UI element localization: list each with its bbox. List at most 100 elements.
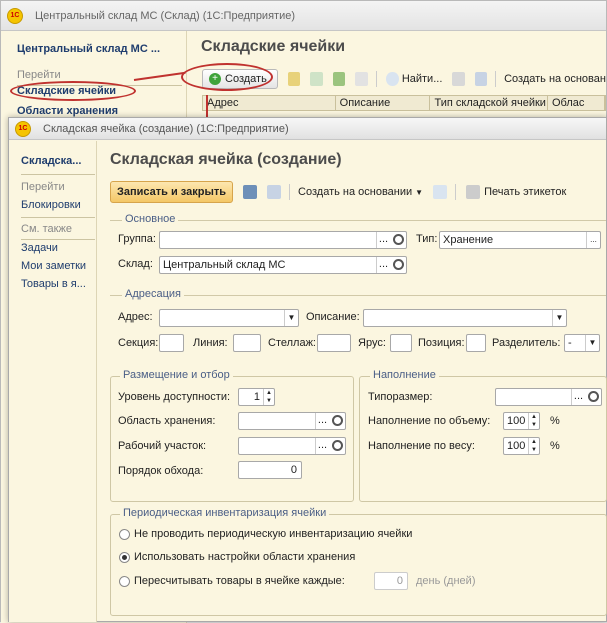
front-go-label: Перейти bbox=[21, 181, 65, 193]
front-page-title: Складская ячейка (создание) bbox=[110, 151, 342, 168]
search-icon[interactable] bbox=[588, 391, 599, 402]
chevron-down-icon[interactable]: ▼ bbox=[585, 335, 599, 351]
size-field[interactable]: ... bbox=[495, 388, 602, 406]
select-dots-icon[interactable]: ... bbox=[586, 232, 600, 248]
radio-use-area-settings[interactable] bbox=[119, 552, 130, 563]
work-area-field[interactable]: ... bbox=[238, 437, 346, 455]
rack-field[interactable] bbox=[317, 334, 351, 352]
days-unit-label: день (дней) bbox=[416, 575, 476, 587]
section-label: Секция: bbox=[118, 337, 159, 349]
list-icon[interactable] bbox=[267, 185, 282, 199]
address-field[interactable]: ▼ bbox=[159, 309, 299, 327]
print-icon[interactable] bbox=[466, 185, 481, 199]
list-icon[interactable] bbox=[474, 72, 488, 86]
search-icon[interactable] bbox=[386, 72, 399, 86]
search-icon[interactable] bbox=[332, 415, 343, 426]
group-title-filling: Наполнение bbox=[370, 369, 439, 381]
save-and-close-button[interactable]: Записать и закрыть bbox=[110, 181, 234, 203]
copy-icon[interactable] bbox=[310, 72, 323, 86]
type-label: Тип: bbox=[416, 233, 438, 245]
tier-field[interactable] bbox=[390, 334, 412, 352]
group-field[interactable]: ... bbox=[159, 231, 407, 249]
line-field[interactable] bbox=[233, 334, 261, 352]
back-page-title: Складские ячейки bbox=[201, 38, 346, 55]
stepper-arrows-icon[interactable]: ▲ ▼ bbox=[263, 389, 274, 405]
size-label: Типоразмер: bbox=[368, 391, 433, 403]
front-sidebar: Складска... Перейти Блокировки См. также… bbox=[9, 141, 97, 622]
access-label: Уровень доступности: bbox=[118, 391, 231, 403]
column-description[interactable]: Описание bbox=[336, 96, 431, 110]
warehouse-field[interactable]: Центральный склад МС ... bbox=[159, 256, 407, 274]
front-toolbar: Записать и закрыть Создать на основании … bbox=[110, 180, 606, 204]
back-window-title: Центральный склад МС (Склад) (1С:Предпри… bbox=[35, 9, 295, 22]
warehouse-value: Центральный склад МС bbox=[163, 259, 286, 271]
group-title-main: Основное bbox=[122, 213, 179, 225]
description-field[interactable]: ▼ bbox=[363, 309, 567, 327]
back-window-titlebar: 1С Центральный склад МС (Склад) (1С:Пред… bbox=[1, 1, 606, 31]
sidebar-item-goods[interactable]: Товары в я... bbox=[21, 278, 86, 290]
chevron-down-icon[interactable]: ▼ bbox=[284, 310, 298, 326]
select-dots-icon[interactable]: ... bbox=[376, 257, 390, 273]
chevron-down-icon[interactable]: ▼ bbox=[552, 310, 566, 326]
order-label: Порядок обхода: bbox=[118, 465, 204, 477]
radio-label: Использовать настройки области хранения bbox=[134, 551, 356, 563]
volume-value: 100 bbox=[507, 415, 526, 427]
front-sidebar-caption[interactable]: Складска... bbox=[21, 155, 81, 167]
search-icon[interactable] bbox=[393, 234, 404, 245]
volume-label: Наполнение по объему: bbox=[368, 415, 491, 427]
column-cell-type[interactable]: Тип складской ячейки bbox=[430, 96, 548, 110]
back-go-label: Перейти bbox=[17, 69, 61, 81]
new-folder-icon[interactable] bbox=[287, 72, 301, 86]
days-field[interactable]: 0 bbox=[374, 572, 408, 590]
group-title-inventory: Периодическая инвентаризация ячейки bbox=[120, 507, 330, 519]
back-app-name[interactable]: Центральный склад МС ... bbox=[17, 43, 160, 55]
select-dots-icon[interactable]: ... bbox=[376, 232, 390, 248]
sidebar-item-tasks[interactable]: Задачи bbox=[21, 242, 58, 254]
select-dots-icon[interactable]: ... bbox=[315, 438, 329, 454]
column-address[interactable]: Адрес bbox=[203, 96, 336, 110]
save-icon[interactable] bbox=[243, 185, 258, 199]
tools-icon[interactable] bbox=[452, 72, 465, 86]
access-stepper[interactable]: 1 ▲ ▼ bbox=[238, 388, 275, 406]
highlight-oval bbox=[10, 81, 136, 101]
sidebar-item-storage-areas[interactable]: Области хранения bbox=[17, 105, 118, 117]
report-icon[interactable] bbox=[433, 185, 448, 199]
chevron-down-icon[interactable]: ▼ bbox=[415, 188, 423, 197]
weight-stepper[interactable]: 100 ▲ ▼ bbox=[503, 437, 540, 455]
radio-recount-every[interactable] bbox=[119, 576, 130, 587]
stepper-arrows-icon[interactable]: ▲ ▼ bbox=[528, 438, 539, 454]
divider bbox=[21, 239, 95, 240]
volume-stepper[interactable]: 100 ▲ ▼ bbox=[503, 412, 540, 430]
select-dots-icon[interactable]: ... bbox=[315, 413, 329, 429]
front-window-titlebar: 1С Складская ячейка (создание) (1С:Предп… bbox=[9, 118, 606, 140]
search-icon[interactable] bbox=[332, 440, 343, 451]
section-field[interactable] bbox=[159, 334, 184, 352]
select-dots-icon[interactable]: ... bbox=[571, 389, 585, 405]
description-label: Описание: bbox=[306, 311, 360, 323]
sidebar-item-notes[interactable]: Мои заметки bbox=[21, 260, 86, 272]
edit-icon[interactable] bbox=[332, 72, 346, 86]
sidebar-item-locks[interactable]: Блокировки bbox=[21, 199, 81, 211]
print-labels-button[interactable]: Печать этикеток bbox=[484, 186, 566, 198]
position-field[interactable] bbox=[466, 334, 486, 352]
rack-label: Стеллаж: bbox=[268, 337, 316, 349]
column-area[interactable]: Облас bbox=[548, 96, 605, 110]
search-icon[interactable] bbox=[393, 259, 404, 270]
storage-area-field[interactable]: ... bbox=[238, 412, 346, 430]
delete-icon[interactable] bbox=[355, 72, 368, 86]
radio-no-inventory[interactable] bbox=[119, 529, 130, 540]
front-main: Складская ячейка (создание) Записать и з… bbox=[98, 141, 607, 622]
type-field[interactable]: Хранение ... bbox=[439, 231, 601, 249]
find-button[interactable]: Найти... bbox=[402, 73, 443, 85]
back-table-header: Адрес Описание Тип складской ячейки Обла… bbox=[202, 95, 606, 111]
stepper-arrows-icon[interactable]: ▲ ▼ bbox=[528, 413, 539, 429]
percent-label: % bbox=[550, 440, 560, 452]
group-title-address: Адресация bbox=[122, 288, 185, 300]
type-value: Хранение bbox=[443, 234, 494, 246]
warehouse-label: Склад: bbox=[118, 258, 153, 270]
create-based-dropdown[interactable]: Создать на основании bbox=[298, 186, 412, 198]
separator-select[interactable]: - ▼ bbox=[564, 334, 600, 352]
create-based-button[interactable]: Создать на основан bbox=[504, 73, 606, 85]
order-field[interactable]: 0 bbox=[238, 461, 302, 479]
highlight-oval bbox=[181, 63, 273, 91]
